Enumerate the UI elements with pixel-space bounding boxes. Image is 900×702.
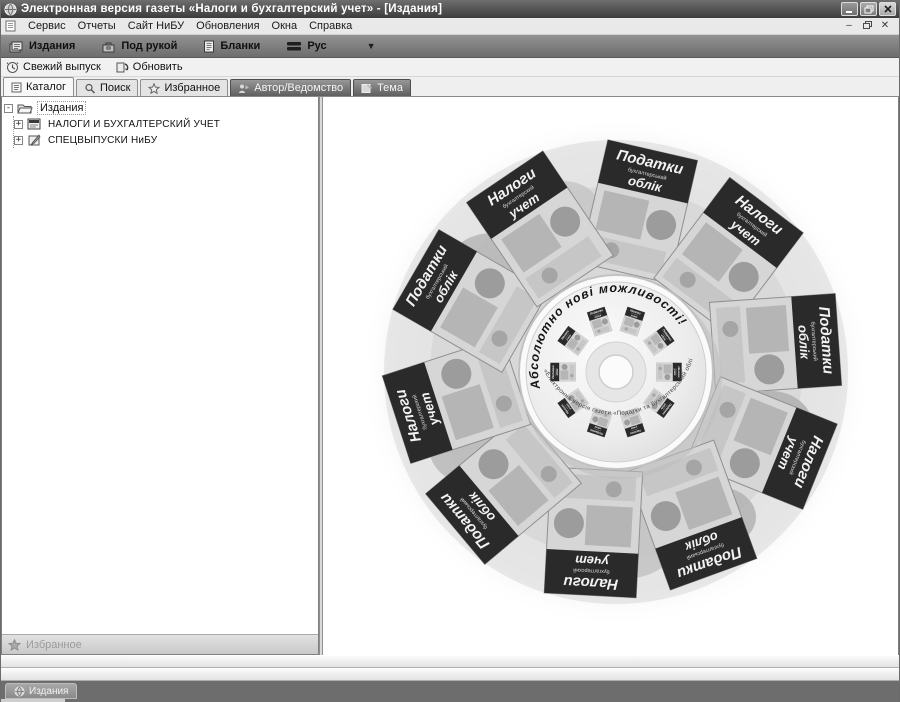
tree-node-izdaniya-label: Издания — [37, 101, 86, 115]
tab-izbrannoe-label: Избранное — [164, 82, 220, 94]
newspaper-icon — [27, 118, 42, 130]
window-taskbar: Издания — [1, 681, 899, 702]
tab-avtor-vedomstvo[interactable]: Автор/Ведомство — [230, 79, 351, 96]
fresh-issue-clock-icon — [6, 61, 19, 74]
toolbar-pod-rukoy-label: Под рукой — [121, 40, 177, 52]
catalog-icon — [11, 82, 22, 93]
tab-izbrannoe[interactable]: Избранное — [140, 79, 228, 96]
toolbar-blanki-button[interactable]: Бланки — [203, 40, 260, 53]
taskbar-globe-icon — [14, 686, 25, 697]
theme-icon — [361, 83, 373, 94]
expand-icon[interactable]: + — [14, 136, 23, 145]
favorites-bar-label: Избранное — [26, 639, 82, 651]
content-area: - Издания + НАЛОГИ — [1, 96, 899, 655]
mdi-restore-button[interactable] — [861, 21, 873, 32]
tree-node-izdaniya[interactable]: - Издания — [4, 100, 316, 116]
menu-bar: Сервис Отчеты Сайт НиБУ Обновления Окна … — [1, 18, 899, 35]
search-icon — [84, 83, 96, 94]
special-issues-icon — [27, 134, 42, 146]
status-strip-upper — [1, 655, 899, 668]
mdi-restore-icon — [863, 21, 872, 29]
expand-icon[interactable]: + — [14, 120, 23, 129]
catalog-panel: - Издания + НАЛОГИ — [1, 97, 319, 655]
application-window: Электронная версия газеты «Налоги и бухг… — [0, 0, 900, 702]
menu-otchety[interactable]: Отчеты — [72, 19, 122, 33]
svg-text:Налоги: Налоги — [563, 573, 619, 593]
publications-tree: - Издания + НАЛОГИ — [2, 97, 318, 634]
svg-text:учет: учет — [574, 552, 610, 569]
menu-servis[interactable]: Сервис — [22, 19, 72, 33]
tree-node-nalogi-label: НАЛОГИ И БУХГАЛТЕРСКИЙ УЧЕТ — [46, 119, 222, 130]
at-hand-icon — [101, 40, 116, 53]
mdi-close-button[interactable]: ✕ — [879, 21, 891, 31]
refresh-label: Обновить — [133, 61, 183, 73]
star-icon — [148, 83, 160, 94]
publications-icon — [9, 40, 24, 53]
tab-avtor-vedomstvo-label: Автор/Ведомство — [254, 82, 343, 94]
tab-poisk-label: Поиск — [100, 82, 130, 94]
tree-node-nalogi[interactable]: + НАЛОГИ И БУХГАЛТЕРСКИЙ УЧЕТ — [14, 116, 316, 132]
minimize-icon — [845, 5, 854, 13]
tab-katalog-label: Каталог — [26, 81, 66, 93]
menu-sait-nibu[interactable]: Сайт НиБУ — [122, 19, 190, 33]
app-globe-icon — [4, 3, 17, 16]
window-title: Электронная версия газеты «Налоги и бухг… — [21, 3, 442, 15]
child-window-icon — [5, 20, 16, 32]
status-strip-lower — [1, 668, 899, 681]
tree-node-specvypuski[interactable]: + СПЕЦВЫПУСКИ НиБУ — [14, 132, 316, 148]
language-icon — [286, 41, 302, 52]
close-button[interactable] — [879, 2, 896, 16]
toolbar-dropdown-caret[interactable]: ▼ — [367, 41, 376, 51]
publication-view: Податки бухгалтерський облік Налоги бухг… — [323, 97, 899, 655]
menu-spravka[interactable]: Справка — [303, 19, 358, 33]
mdi-minimize-button[interactable]: – — [843, 21, 855, 31]
cd-mini-cover: Податки бухгалтерський облік — [550, 363, 575, 381]
newspaper-cover: Податки бухгалтерський облік — [709, 294, 841, 395]
forms-icon — [203, 40, 215, 53]
title-bar: Электронная версия газеты «Налоги и бухг… — [1, 0, 899, 18]
tree-children: + НАЛОГИ И БУХГАЛТЕРСКИЙ УЧЕТ + — [13, 116, 316, 148]
toolbar-pod-rukoy-button[interactable]: Под рукой — [101, 40, 177, 53]
tab-poisk[interactable]: Поиск — [76, 79, 138, 96]
fresh-issue-label: Свежий выпуск — [23, 61, 101, 73]
cd-mini-cover: Налоги бухгалтерский учет — [656, 363, 681, 381]
tab-tema[interactable]: Тема — [353, 79, 411, 96]
toolbar-blanki-label: Бланки — [220, 40, 260, 52]
toolbar-izdaniya-label: Издания — [29, 40, 75, 52]
menu-okna[interactable]: Окна — [266, 19, 304, 33]
favorites-bar[interactable]: Избранное — [2, 634, 318, 654]
main-toolbar: Издания Под рукой Бланки Рус ▼ — [1, 35, 899, 58]
fresh-issue-button[interactable]: Свежий выпуск — [6, 61, 101, 74]
refresh-button[interactable]: Обновить — [115, 61, 183, 74]
toolbar-language-button[interactable]: Рус — [286, 40, 326, 52]
refresh-icon — [115, 61, 129, 74]
restore-icon — [864, 5, 874, 14]
taskbar-izdaniya-label: Издания — [29, 686, 68, 697]
tab-strip: Каталог Поиск Избранное Автор/Ведомство — [1, 77, 899, 96]
cd-promo-image: Податки бухгалтерський облік Налоги бухг… — [323, 97, 898, 655]
collapse-icon[interactable]: - — [4, 104, 13, 113]
folder-open-icon — [17, 102, 33, 115]
svg-text:учет: учет — [673, 368, 676, 376]
tab-katalog[interactable]: Каталог — [3, 77, 74, 96]
close-icon — [884, 5, 892, 13]
author-icon — [238, 83, 250, 94]
restore-button[interactable] — [860, 2, 877, 16]
favorites-star-icon — [8, 639, 21, 651]
tree-node-specvypuski-label: СПЕЦВЫПУСКИ НиБУ — [46, 135, 159, 146]
menu-obnovleniya[interactable]: Обновления — [190, 19, 265, 33]
minimize-button[interactable] — [841, 2, 858, 16]
toolbar-izdaniya-button[interactable]: Издания — [9, 40, 75, 53]
toolbar-language-label: Рус — [307, 40, 326, 52]
quick-toolbar: Свежий выпуск Обновить — [1, 58, 899, 77]
tab-tema-label: Тема — [377, 82, 403, 94]
taskbar-izdaniya-button[interactable]: Издания — [5, 683, 77, 699]
svg-text:облік: облік — [795, 324, 812, 360]
